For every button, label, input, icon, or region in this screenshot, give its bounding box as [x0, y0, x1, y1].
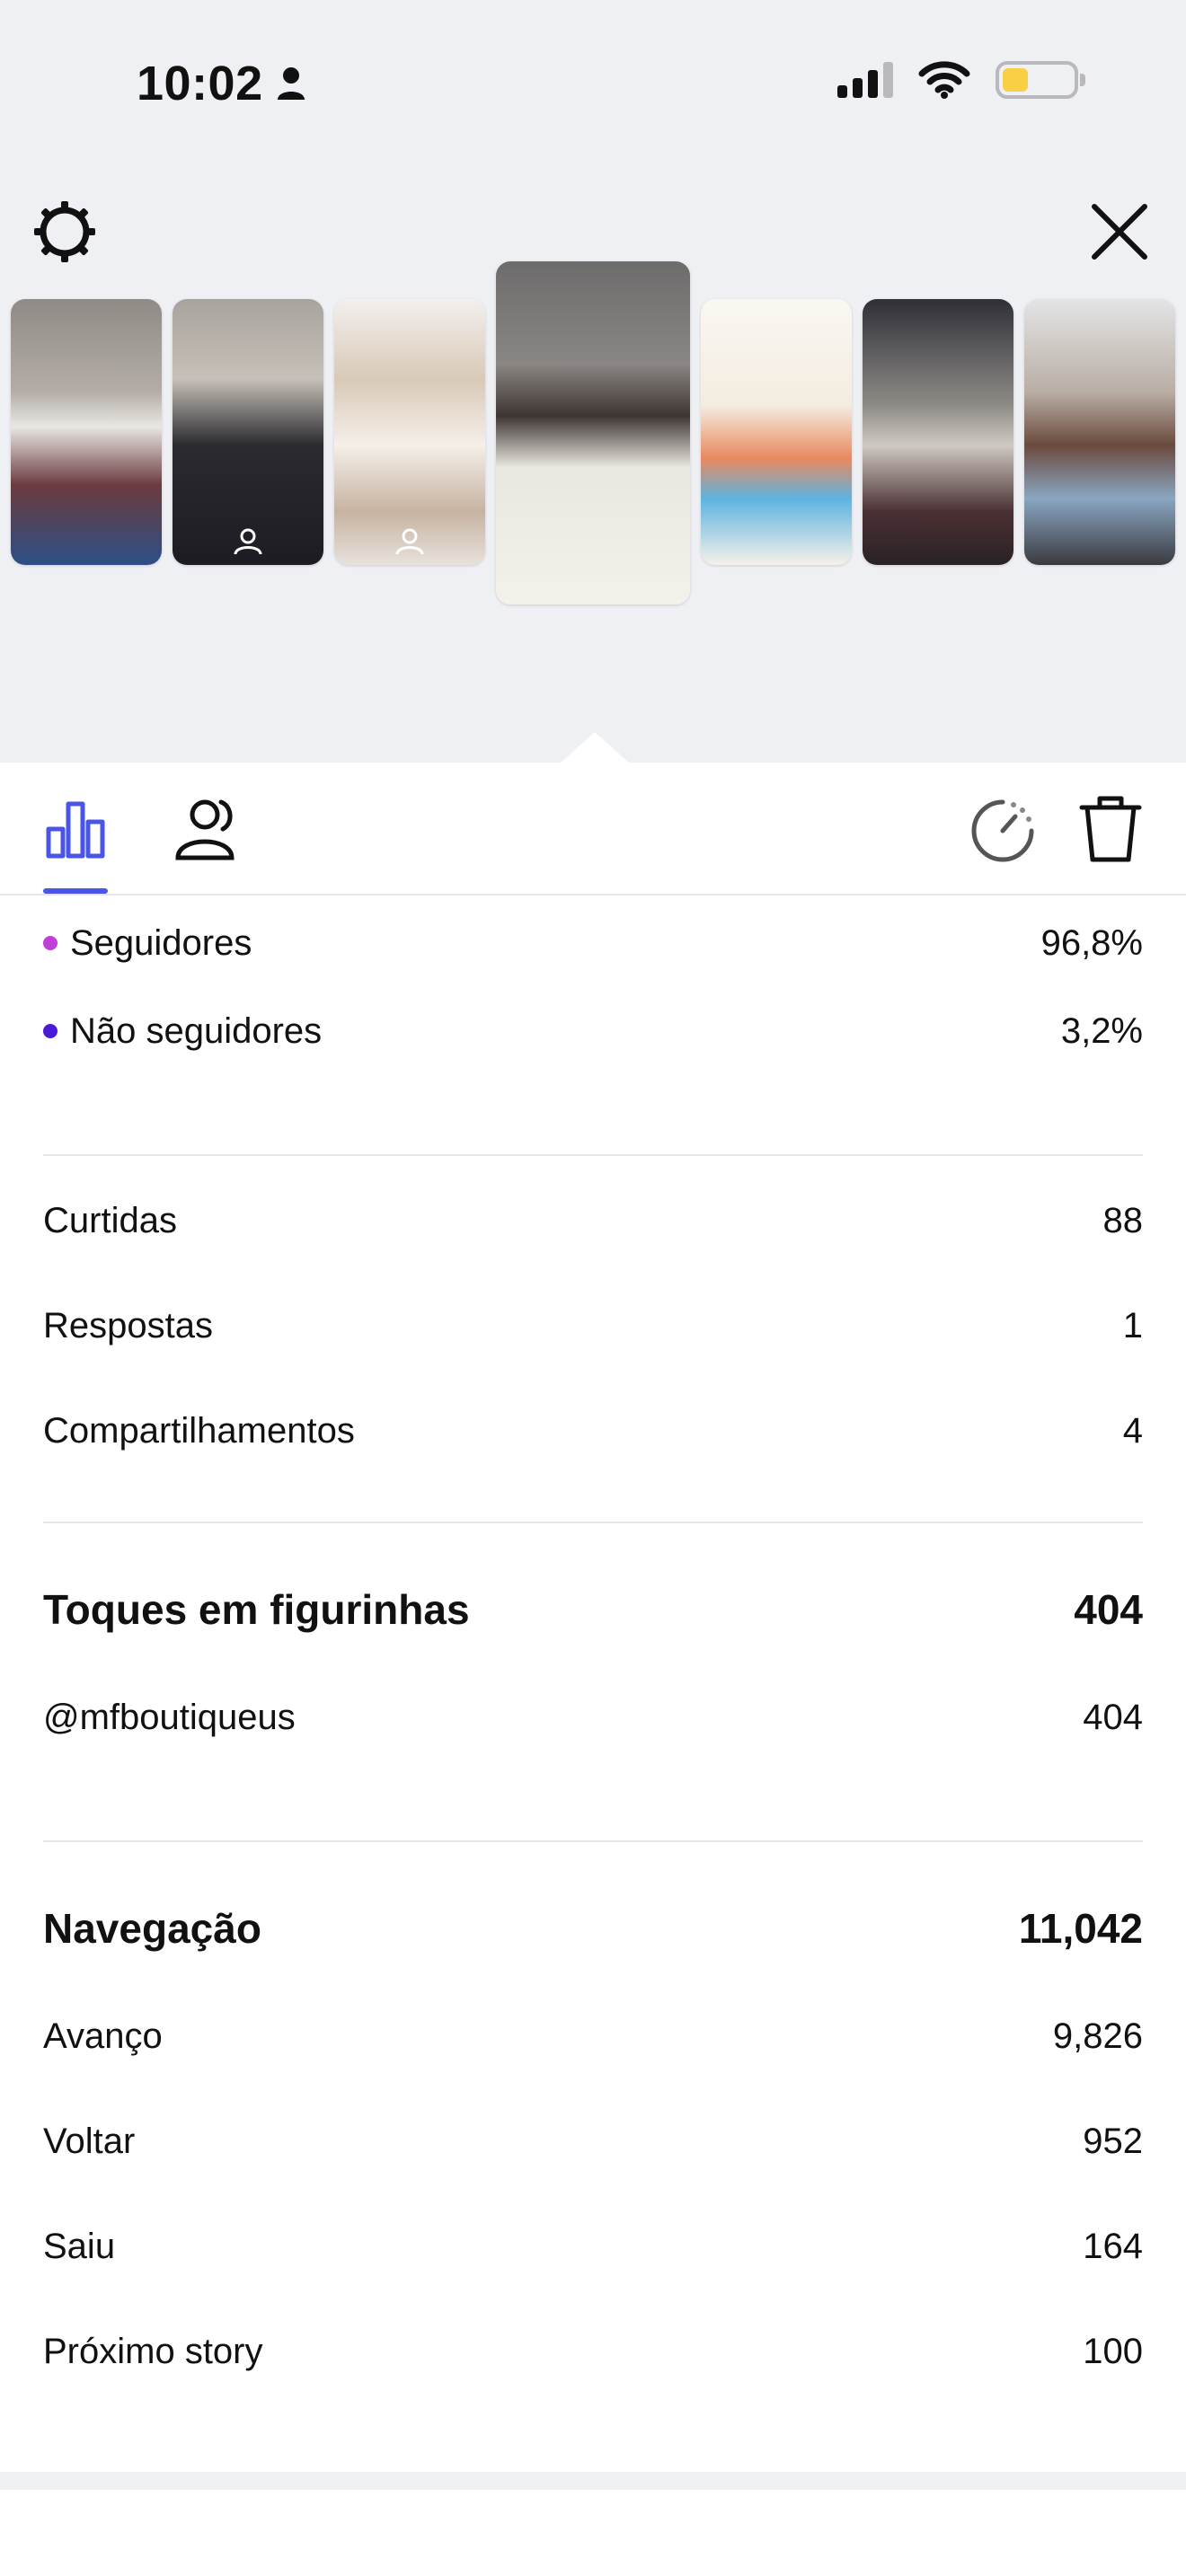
story-thumbnail[interactable] [701, 299, 852, 565]
navigation-value: 100 [1083, 2332, 1143, 2371]
interaction-label: Respostas [43, 1306, 213, 1345]
status-bar-time: 10:02 [137, 56, 306, 111]
audience-value: 3,2% [1060, 1010, 1143, 1051]
navigation-title: Navegação [43, 1905, 261, 1952]
sticker-taps-total: 404 [1074, 1586, 1143, 1633]
person-icon [277, 67, 305, 100]
interaction-row-likes: Curtidas 88 [43, 1169, 1143, 1274]
audience-label-wrap: Não seguidores [43, 1011, 322, 1052]
audience-value: 96,8% [1040, 922, 1143, 963]
story-thumbnail[interactable] [863, 299, 1013, 565]
interaction-value: 4 [1122, 1411, 1143, 1451]
followers-dot [43, 936, 58, 950]
wifi-icon [918, 61, 970, 99]
navigation-value: 164 [1083, 2227, 1143, 2266]
time-text: 10:02 [137, 57, 263, 110]
interaction-value: 88 [1102, 1201, 1144, 1240]
timer-icon[interactable] [967, 795, 1039, 867]
non-followers-dot [43, 1024, 58, 1038]
active-tab-indicator [43, 888, 108, 894]
story-thumbnail-selected[interactable] [496, 261, 690, 604]
viewers-icon[interactable] [173, 795, 244, 863]
navigation-total: 11,042 [1018, 1905, 1143, 1952]
navigation-section: Navegação 11,042 Avanço 9,826 Voltar 952… [43, 1842, 1143, 2404]
interaction-row-replies: Respostas 1 [43, 1274, 1143, 1379]
story-viewer-header: 10:02 [0, 0, 1186, 764]
navigation-label: Avanço [43, 2016, 163, 2056]
story-thumbnail[interactable] [334, 299, 485, 565]
selection-pointer [559, 732, 631, 764]
sticker-tap-value: 404 [1083, 1698, 1143, 1737]
tag-people-icon [234, 528, 262, 555]
interaction-value: 1 [1122, 1306, 1143, 1345]
cellular-signal-icon [837, 62, 893, 98]
settings-gear-icon[interactable] [32, 199, 97, 264]
bottom-separator [0, 2472, 1186, 2490]
audience-label: Seguidores [70, 922, 252, 963]
story-thumbnails-strip [11, 261, 1186, 604]
navigation-value: 9,826 [1052, 2016, 1143, 2056]
tag-people-icon [395, 528, 424, 555]
interactions-section: Curtidas 88 Respostas 1 Compartilhamento… [43, 1156, 1143, 1484]
story-thumbnail[interactable] [173, 299, 323, 565]
close-icon[interactable] [1089, 201, 1150, 262]
interaction-label: Compartilhamentos [43, 1411, 355, 1451]
status-bar-indicators [837, 61, 1085, 99]
navigation-row-back: Voltar 952 [43, 2089, 1143, 2194]
navigation-label: Voltar [43, 2122, 136, 2161]
navigation-row-forward: Avanço 9,826 [43, 1984, 1143, 2089]
insights-content: Seguidores 96,8% Não seguidores 3,2% Cur… [43, 895, 1143, 2404]
audience-label: Não seguidores [70, 1010, 323, 1051]
sticker-taps-title: Toques em figurinhas [43, 1586, 470, 1633]
insights-chart-icon[interactable] [43, 797, 108, 861]
battery-icon [996, 61, 1085, 99]
navigation-row-next-story: Próximo story 100 [43, 2299, 1143, 2404]
audience-section: Seguidores 96,8% Não seguidores 3,2% [43, 895, 1143, 1075]
sticker-taps-header: Toques em figurinhas 404 [43, 1554, 1143, 1665]
audience-label-wrap: Seguidores [43, 923, 252, 964]
navigation-value: 952 [1083, 2122, 1143, 2161]
navigation-label: Próximo story [43, 2332, 263, 2371]
sticker-taps-section: Toques em figurinhas 404 @mfboutiqueus 4… [43, 1523, 1143, 1770]
audience-row-non-followers: Não seguidores 3,2% [43, 987, 1143, 1075]
interaction-label: Curtidas [43, 1201, 177, 1240]
navigation-header: Navegação 11,042 [43, 1873, 1143, 1984]
delete-trash-icon[interactable] [1076, 793, 1145, 865]
story-thumbnail[interactable] [11, 299, 162, 565]
sticker-tap-row: @mfboutiqueus 404 [43, 1665, 1143, 1770]
audience-row-followers: Seguidores 96,8% [43, 899, 1143, 987]
sticker-tap-label: @mfboutiqueus [43, 1698, 296, 1737]
navigation-label: Saiu [43, 2227, 116, 2266]
story-thumbnail[interactable] [1024, 299, 1175, 565]
navigation-row-exited: Saiu 164 [43, 2194, 1143, 2299]
insights-tab-bar [0, 763, 1186, 895]
interaction-row-shares: Compartilhamentos 4 [43, 1379, 1143, 1484]
